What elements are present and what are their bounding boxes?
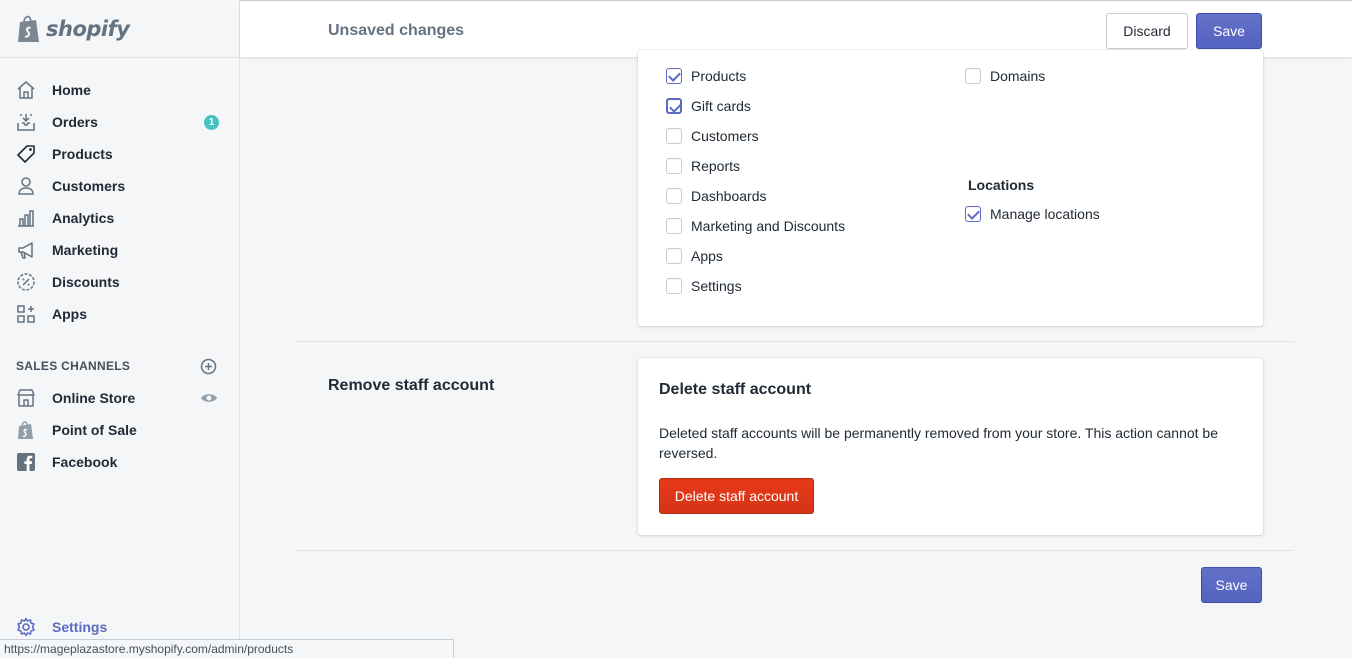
orders-count-badge: 1 (204, 115, 219, 130)
shopify-bag-icon (16, 420, 36, 440)
sidebar-item-label: Analytics (52, 210, 115, 226)
permission-domains[interactable]: Domains (965, 68, 1045, 84)
home-icon (16, 80, 36, 100)
sidebar-item-label: Orders (52, 114, 98, 130)
orders-icon (16, 112, 36, 132)
shopify-bag-icon (18, 15, 39, 42)
checkbox[interactable] (666, 188, 682, 204)
checkbox[interactable] (666, 248, 682, 264)
permission-marketing-discounts[interactable]: Marketing and Discounts (666, 218, 845, 234)
sidebar-item-label: Online Store (52, 390, 136, 406)
sidebar-item-home[interactable]: Home (0, 74, 239, 106)
permission-customers[interactable]: Customers (666, 128, 759, 144)
permission-label: Customers (691, 128, 759, 144)
add-channel-icon[interactable] (200, 358, 217, 375)
permission-settings[interactable]: Settings (666, 278, 742, 294)
store-icon (16, 388, 36, 408)
sidebar-item-discounts[interactable]: Discounts (0, 266, 239, 298)
remove-section-title: Remove staff account (328, 377, 495, 394)
permission-label: Products (691, 68, 747, 84)
sidebar-item-point-of-sale[interactable]: Point of Sale (0, 414, 239, 446)
view-store-eye-icon[interactable] (200, 390, 218, 406)
brand-name: shopify (46, 16, 130, 41)
sidebar-item-marketing[interactable]: Marketing (0, 234, 239, 266)
permission-dashboards[interactable]: Dashboards (666, 188, 767, 204)
discount-icon (16, 272, 36, 292)
sidebar-item-label: Discounts (52, 274, 120, 290)
sales-channels-heading: SALES CHANNELS (0, 350, 239, 382)
checkbox[interactable] (666, 128, 682, 144)
bar-chart-icon (16, 208, 36, 228)
sidebar-item-orders[interactable]: Orders 1 (0, 106, 239, 138)
tag-icon (16, 144, 36, 164)
footer-save-button[interactable]: Save (1201, 567, 1262, 603)
sidebar-item-label: Customers (52, 178, 126, 194)
page-title: Unsaved changes (328, 22, 465, 39)
settings-label: Settings (52, 619, 108, 635)
checkbox[interactable] (666, 68, 682, 84)
sidebar-item-facebook[interactable]: Facebook (0, 446, 239, 478)
permission-label: Domains (990, 68, 1046, 84)
sidebar-item-label: Home (52, 82, 91, 98)
sidebar-item-online-store[interactable]: Online Store (0, 382, 239, 414)
sidebar-item-label: Point of Sale (52, 422, 137, 438)
sidebar-item-label: Products (52, 146, 113, 162)
discard-button[interactable]: Discard (1106, 13, 1188, 49)
permission-label: Gift cards (691, 98, 751, 114)
sidebar: shopify Home Orders 1 Products Customers… (0, 0, 240, 658)
sidebar-item-label: Marketing (52, 242, 119, 258)
delete-account-card: Delete staff account Deleted staff accou… (638, 358, 1263, 535)
delete-card-description: Deleted staff accounts will be permanent… (659, 425, 1218, 461)
status-bar-url: https://mageplazastore.myshopify.com/adm… (0, 639, 454, 658)
permission-products[interactable]: Products (666, 68, 746, 84)
sidebar-item-apps[interactable]: Apps (0, 298, 239, 330)
sidebar-item-label: Apps (52, 306, 87, 322)
checkbox[interactable] (965, 206, 981, 222)
permission-label: Settings (691, 278, 742, 294)
permission-label: Reports (691, 158, 741, 174)
logo[interactable]: shopify (0, 0, 239, 58)
checkbox[interactable] (666, 278, 682, 294)
locations-heading: Locations (968, 177, 1035, 193)
sidebar-item-products[interactable]: Products (0, 138, 239, 170)
megaphone-icon (16, 240, 36, 260)
checkbox[interactable] (666, 98, 682, 114)
section-divider (296, 550, 1294, 551)
sidebar-item-analytics[interactable]: Analytics (0, 202, 239, 234)
facebook-icon (16, 452, 36, 472)
gear-icon (17, 617, 35, 637)
delete-staff-account-button[interactable]: Delete staff account (659, 478, 814, 514)
permission-label: Dashboards (691, 188, 767, 204)
permission-label: Apps (691, 248, 723, 264)
checkbox[interactable] (666, 158, 682, 174)
sidebar-item-label: Facebook (52, 454, 118, 470)
permission-label: Marketing and Discounts (691, 218, 846, 234)
apps-icon (16, 304, 36, 324)
person-icon (16, 176, 36, 196)
main-nav: Home Orders 1 Products Customers Analyti… (0, 58, 239, 330)
checkbox[interactable] (965, 68, 981, 84)
permissions-card: Products Gift cards Customers Reports Da… (638, 50, 1263, 326)
channels-nav: Online Store Point of Sale Facebook (0, 382, 239, 478)
permission-gift-cards[interactable]: Gift cards (666, 98, 751, 114)
sidebar-item-customers[interactable]: Customers (0, 170, 239, 202)
delete-card-title: Delete staff account (659, 381, 812, 398)
permission-label: Manage locations (990, 206, 1100, 222)
sales-channels-label: SALES CHANNELS (16, 359, 131, 373)
save-button[interactable]: Save (1196, 13, 1262, 49)
section-divider (296, 341, 1294, 342)
permission-manage-locations[interactable]: Manage locations (965, 206, 1100, 222)
permission-reports[interactable]: Reports (666, 158, 740, 174)
checkbox[interactable] (666, 218, 682, 234)
permission-apps[interactable]: Apps (666, 248, 723, 264)
